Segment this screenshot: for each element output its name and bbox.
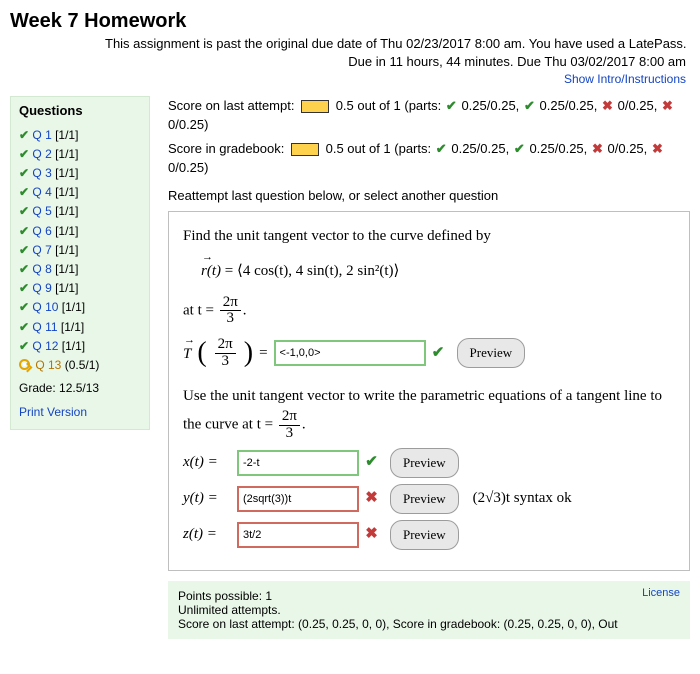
vector-T: T: [183, 340, 191, 368]
preview-button[interactable]: Preview: [457, 338, 526, 368]
cross-icon: ✖: [365, 522, 378, 548]
check-icon: ✔: [19, 147, 29, 161]
questions-sidebar: Questions ✔ Q 1 [1/1]✔ Q 2 [1/1]✔ Q 3 [1…: [10, 96, 150, 430]
score-swatch-icon: [301, 100, 329, 113]
cross-icon: ✖: [601, 96, 614, 116]
check-icon: ✔: [523, 96, 536, 116]
check-icon: ✔: [435, 139, 448, 159]
sidebar-item-q8[interactable]: ✔ Q 8 [1/1]: [19, 260, 141, 279]
problem-box: Find the unit tangent vector to the curv…: [168, 211, 690, 571]
due-line-1: This assignment is past the original due…: [105, 35, 690, 53]
check-icon: ✔: [19, 339, 29, 353]
check-icon: ✔: [19, 224, 29, 238]
zt-input[interactable]: [237, 522, 359, 548]
preview-button[interactable]: Preview: [390, 520, 459, 550]
sidebar-item-q12[interactable]: ✔ Q 12 [1/1]: [19, 337, 141, 356]
attempts-text: Unlimited attempts.: [178, 603, 680, 617]
sidebar-item-q7[interactable]: ✔ Q 7 [1/1]: [19, 241, 141, 260]
sidebar-item-q5[interactable]: ✔ Q 5 [1/1]: [19, 202, 141, 221]
xt-input[interactable]: [237, 450, 359, 476]
check-icon: ✔: [513, 139, 526, 159]
yt-input[interactable]: [237, 486, 359, 512]
sidebar-item-q10[interactable]: ✔ Q 10 [1/1]: [19, 298, 141, 317]
sidebar-heading: Questions: [19, 103, 141, 118]
sidebar-item-q13[interactable]: Q 13 (0.5/1): [19, 356, 141, 375]
check-icon: ✔: [19, 262, 29, 276]
check-icon: ✔: [19, 300, 29, 314]
syntax-hint: (2√3)t syntax ok: [473, 486, 572, 512]
page-title: Week 7 Homework: [10, 10, 690, 33]
cross-icon: ✖: [651, 139, 664, 159]
sidebar-item-q11[interactable]: ✔ Q 11 [1/1]: [19, 318, 141, 337]
check-icon: ✔: [432, 341, 445, 367]
footer-summary: Score on last attempt: (0.25, 0.25, 0, 0…: [178, 617, 680, 631]
score-last-attempt: Score on last attempt: 0.5 out of 1 (par…: [168, 96, 690, 135]
check-icon: ✔: [445, 96, 458, 116]
sidebar-item-q2[interactable]: ✔ Q 2 [1/1]: [19, 145, 141, 164]
points-possible: Points possible: 1: [178, 589, 680, 603]
sidebar-item-q4[interactable]: ✔ Q 4 [1/1]: [19, 183, 141, 202]
reload-icon: [19, 359, 30, 370]
sidebar-item-q6[interactable]: ✔ Q 6 [1/1]: [19, 222, 141, 241]
check-icon: ✔: [19, 128, 29, 142]
score-swatch-icon: [291, 143, 319, 156]
check-icon: ✔: [19, 243, 29, 257]
footer-box: License Points possible: 1 Unlimited att…: [168, 581, 690, 639]
cross-icon: ✖: [365, 486, 378, 512]
sidebar-item-q3[interactable]: ✔ Q 3 [1/1]: [19, 164, 141, 183]
check-icon: ✔: [19, 320, 29, 334]
cross-icon: ✖: [661, 96, 674, 116]
vector-r: r: [201, 257, 207, 285]
grade-text: Grade: 12.5/13: [19, 381, 141, 395]
show-intro-link[interactable]: Show Intro/Instructions: [564, 72, 686, 86]
check-icon: ✔: [19, 185, 29, 199]
problem-intro: Find the unit tangent vector to the curv…: [183, 224, 675, 250]
check-icon: ✔: [19, 281, 29, 295]
check-icon: ✔: [19, 204, 29, 218]
due-line-2: Due in 11 hours, 44 minutes. Due Thu 03/…: [105, 53, 686, 71]
check-icon: ✔: [365, 450, 378, 476]
sidebar-item-q1[interactable]: ✔ Q 1 [1/1]: [19, 126, 141, 145]
preview-button[interactable]: Preview: [390, 484, 459, 514]
tangent-vector-input[interactable]: [274, 340, 426, 366]
cross-icon: ✖: [591, 139, 604, 159]
preview-button[interactable]: Preview: [390, 448, 459, 478]
license-link[interactable]: License: [642, 587, 680, 599]
score-gradebook: Score in gradebook: 0.5 out of 1 (parts:…: [168, 139, 690, 178]
check-icon: ✔: [19, 166, 29, 180]
sidebar-item-q9[interactable]: ✔ Q 9 [1/1]: [19, 279, 141, 298]
print-version-link[interactable]: Print Version: [19, 405, 87, 419]
reattempt-text: Reattempt last question below, or select…: [168, 188, 690, 203]
